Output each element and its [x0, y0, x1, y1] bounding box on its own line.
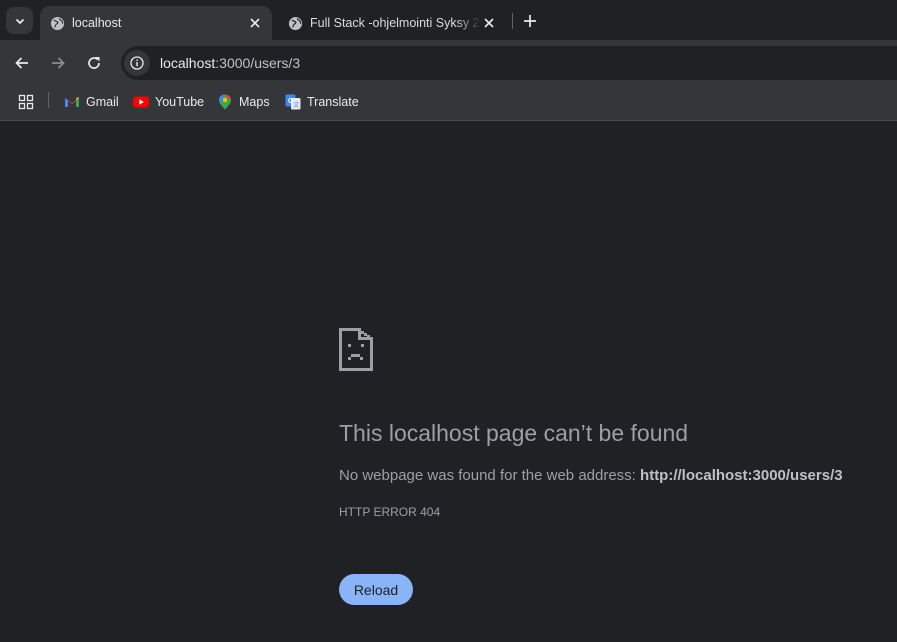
tab-localhost[interactable]: localhost — [40, 6, 272, 40]
translate-icon: G文 — [285, 94, 301, 110]
url-text: localhost:3000/users/3 — [160, 55, 300, 71]
chevron-down-icon — [15, 18, 24, 24]
forward-button[interactable] — [47, 52, 69, 74]
new-tab-button[interactable] — [520, 11, 540, 31]
bookmark-label: Gmail — [86, 95, 119, 109]
bookmark-label: YouTube — [155, 95, 205, 109]
bookmark-youtube[interactable]: YouTube — [133, 92, 204, 112]
maps-icon — [217, 94, 233, 110]
apps-button[interactable] — [18, 92, 34, 112]
bookmark-maps[interactable]: Maps — [217, 92, 270, 112]
reload-page-button[interactable]: Reload — [339, 574, 413, 605]
plus-icon — [524, 15, 536, 27]
bookmarks-divider — [48, 92, 49, 108]
url-path: :3000/users/3 — [215, 55, 301, 71]
error-url: http://localhost:3000/users/3 — [640, 467, 843, 484]
reload-button[interactable] — [83, 52, 105, 74]
error-code: HTTP ERROR 404 — [339, 505, 441, 519]
youtube-icon — [133, 94, 149, 110]
tab-divider — [512, 13, 513, 29]
address-bar[interactable]: localhost:3000/users/3 — [121, 46, 897, 80]
error-title: This localhost page can’t be found — [339, 420, 689, 446]
bookmarks-bar: Gmail YouTube Maps G文 Translate — [0, 86, 897, 121]
toolbar: localhost:3000/users/3 — [0, 40, 897, 86]
refresh-icon — [88, 57, 100, 69]
bookmark-label: Maps — [239, 95, 270, 109]
error-description-text: No webpage was found for the web address… — [339, 467, 636, 484]
tab-strip: localhost Full Stack -ohjelmointi Syksy … — [0, 0, 897, 40]
tab-full-stack[interactable]: Full Stack -ohjelmointi Syksy 2024 — [278, 6, 506, 40]
back-button[interactable] — [11, 52, 33, 74]
bookmark-label: Translate — [307, 95, 359, 109]
globe-icon — [49, 15, 65, 31]
apps-grid-icon — [18, 94, 34, 110]
arrow-left-icon — [15, 57, 28, 69]
bookmark-translate[interactable]: G文 Translate — [285, 92, 359, 112]
sad-page-icon — [339, 328, 373, 376]
error-description: No webpage was found for the web address… — [339, 467, 843, 484]
gmail-icon — [64, 94, 80, 110]
tab-search-button[interactable] — [6, 7, 33, 34]
close-icon[interactable] — [247, 15, 263, 31]
url-host: localhost — [160, 55, 216, 71]
close-icon[interactable] — [481, 15, 497, 31]
tab-title: localhost — [72, 16, 122, 30]
arrow-right-icon — [52, 57, 65, 69]
site-info-icon[interactable] — [124, 50, 150, 76]
tab-title: Full Stack -ohjelmointi Syksy 2024 — [310, 16, 481, 30]
svg-text:文: 文 — [293, 101, 299, 109]
globe-icon — [287, 15, 303, 31]
bookmark-gmail[interactable]: Gmail — [64, 92, 119, 112]
